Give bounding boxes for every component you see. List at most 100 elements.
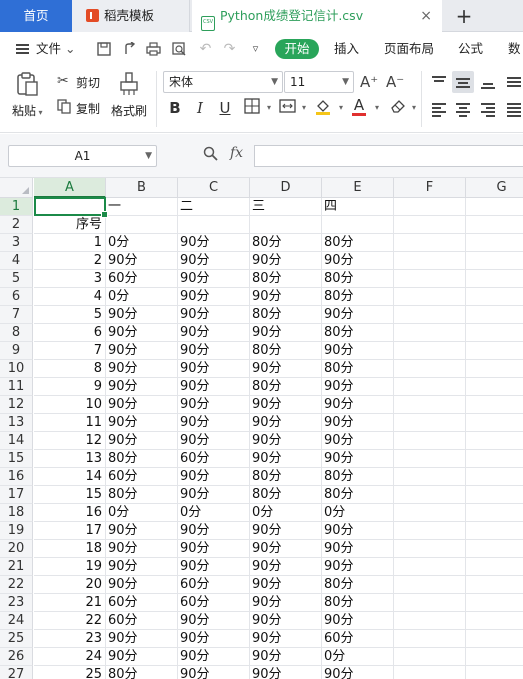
cell-f17[interactable]: [394, 486, 466, 504]
cell-b7[interactable]: 90分: [106, 306, 178, 324]
cell-c6[interactable]: 90分: [178, 288, 250, 306]
cell-f20[interactable]: [394, 540, 466, 558]
cell-b18[interactable]: 0分: [106, 504, 178, 522]
cell-e18[interactable]: 0分: [322, 504, 394, 522]
cell-b21[interactable]: 90分: [106, 558, 178, 576]
cell-a9[interactable]: 7: [34, 342, 106, 360]
cell-d4[interactable]: 90分: [250, 252, 322, 270]
cell-e26[interactable]: 0分: [322, 648, 394, 666]
close-tab-icon[interactable]: ×: [420, 0, 432, 32]
cell-g25[interactable]: [466, 630, 523, 648]
cell-b6[interactable]: 0分: [106, 288, 178, 306]
cell-a23[interactable]: 21: [34, 594, 106, 612]
cell-a15[interactable]: 13: [34, 450, 106, 468]
format-painter-icon[interactable]: [118, 71, 140, 97]
cell-b22[interactable]: 90分: [106, 576, 178, 594]
cell-e6[interactable]: 80分: [322, 288, 394, 306]
cell-e20[interactable]: 90分: [322, 540, 394, 558]
cell-a6[interactable]: 4: [34, 288, 106, 306]
cell-b10[interactable]: 90分: [106, 360, 178, 378]
font-name-select[interactable]: 宋体 ▼: [163, 71, 283, 93]
cell-c5[interactable]: 90分: [178, 270, 250, 288]
cell-b23[interactable]: 60分: [106, 594, 178, 612]
cell-c24[interactable]: 90分: [178, 612, 250, 630]
cell-f6[interactable]: [394, 288, 466, 306]
align-center-icon[interactable]: [452, 98, 474, 120]
cell-d13[interactable]: 90分: [250, 414, 322, 432]
cell-a19[interactable]: 17: [34, 522, 106, 540]
cell-d27[interactable]: 90分: [250, 666, 322, 679]
menu-insert[interactable]: 插入: [334, 33, 359, 65]
cell-f8[interactable]: [394, 324, 466, 342]
cell-g12[interactable]: [466, 396, 523, 414]
align-right-icon[interactable]: [477, 98, 499, 120]
column-header-d[interactable]: D: [250, 178, 322, 198]
cell-e13[interactable]: 90分: [322, 414, 394, 432]
cell-c27[interactable]: 90分: [178, 666, 250, 679]
cell-a20[interactable]: 18: [34, 540, 106, 558]
cell-d3[interactable]: 80分: [250, 234, 322, 252]
cell-e14[interactable]: 90分: [322, 432, 394, 450]
menu-start[interactable]: 开始: [275, 39, 319, 59]
row-header-14[interactable]: 14: [0, 432, 33, 450]
row-header-10[interactable]: 10: [0, 360, 33, 378]
tab-docer-templates[interactable]: 稻壳模板: [72, 0, 190, 32]
cell-d25[interactable]: 90分: [250, 630, 322, 648]
cell-a3[interactable]: 1: [34, 234, 106, 252]
export-icon[interactable]: [122, 41, 137, 56]
cell-g9[interactable]: [466, 342, 523, 360]
cell-g26[interactable]: [466, 648, 523, 666]
column-header-g[interactable]: G: [466, 178, 523, 198]
font-color-icon[interactable]: A: [349, 98, 369, 118]
cell-e23[interactable]: 80分: [322, 594, 394, 612]
cell-c18[interactable]: 0分: [178, 504, 250, 522]
cell-f16[interactable]: [394, 468, 466, 486]
cell-b8[interactable]: 90分: [106, 324, 178, 342]
cell-a5[interactable]: 3: [34, 270, 106, 288]
row-header-8[interactable]: 8: [0, 324, 33, 342]
cell-f10[interactable]: [394, 360, 466, 378]
row-header-26[interactable]: 26: [0, 648, 33, 666]
cell-g3[interactable]: [466, 234, 523, 252]
cell-d19[interactable]: 90分: [250, 522, 322, 540]
cell-c7[interactable]: 90分: [178, 306, 250, 324]
column-header-f[interactable]: F: [394, 178, 466, 198]
row-header-16[interactable]: 16: [0, 468, 33, 486]
cell-g7[interactable]: [466, 306, 523, 324]
menu-data[interactable]: 数据: [508, 33, 523, 88]
cell-f14[interactable]: [394, 432, 466, 450]
cell-d14[interactable]: 90分: [250, 432, 322, 450]
cell-g18[interactable]: [466, 504, 523, 522]
italic-button[interactable]: I: [190, 98, 210, 118]
row-header-20[interactable]: 20: [0, 540, 33, 558]
row-header-18[interactable]: 18: [0, 504, 33, 522]
cell-a7[interactable]: 5: [34, 306, 106, 324]
cell-e22[interactable]: 80分: [322, 576, 394, 594]
cell-e12[interactable]: 90分: [322, 396, 394, 414]
cell-e24[interactable]: 90分: [322, 612, 394, 630]
wrap-text-icon[interactable]: [503, 71, 523, 93]
cell-e1[interactable]: 四: [322, 198, 394, 216]
cell-f9[interactable]: [394, 342, 466, 360]
cell-d23[interactable]: 90分: [250, 594, 322, 612]
align-bottom-icon[interactable]: [477, 71, 499, 93]
menu-file[interactable]: 文件: [36, 33, 61, 65]
cell-d1[interactable]: 三: [250, 198, 322, 216]
column-header-c[interactable]: C: [178, 178, 250, 198]
name-box[interactable]: A1 ▼: [8, 145, 157, 167]
cell-b9[interactable]: 90分: [106, 342, 178, 360]
cell-d12[interactable]: 90分: [250, 396, 322, 414]
cell-b16[interactable]: 60分: [106, 468, 178, 486]
cell-g21[interactable]: [466, 558, 523, 576]
cell-f1[interactable]: [394, 198, 466, 216]
cell-d2[interactable]: [250, 216, 322, 234]
cell-c3[interactable]: 90分: [178, 234, 250, 252]
print-icon[interactable]: [146, 42, 161, 56]
justify-icon[interactable]: [503, 98, 523, 120]
cell-a24[interactable]: 22: [34, 612, 106, 630]
cell-c20[interactable]: 90分: [178, 540, 250, 558]
row-header-21[interactable]: 21: [0, 558, 33, 576]
row-header-1[interactable]: 1: [0, 198, 33, 216]
cell-d26[interactable]: 90分: [250, 648, 322, 666]
cell-b17[interactable]: 80分: [106, 486, 178, 504]
